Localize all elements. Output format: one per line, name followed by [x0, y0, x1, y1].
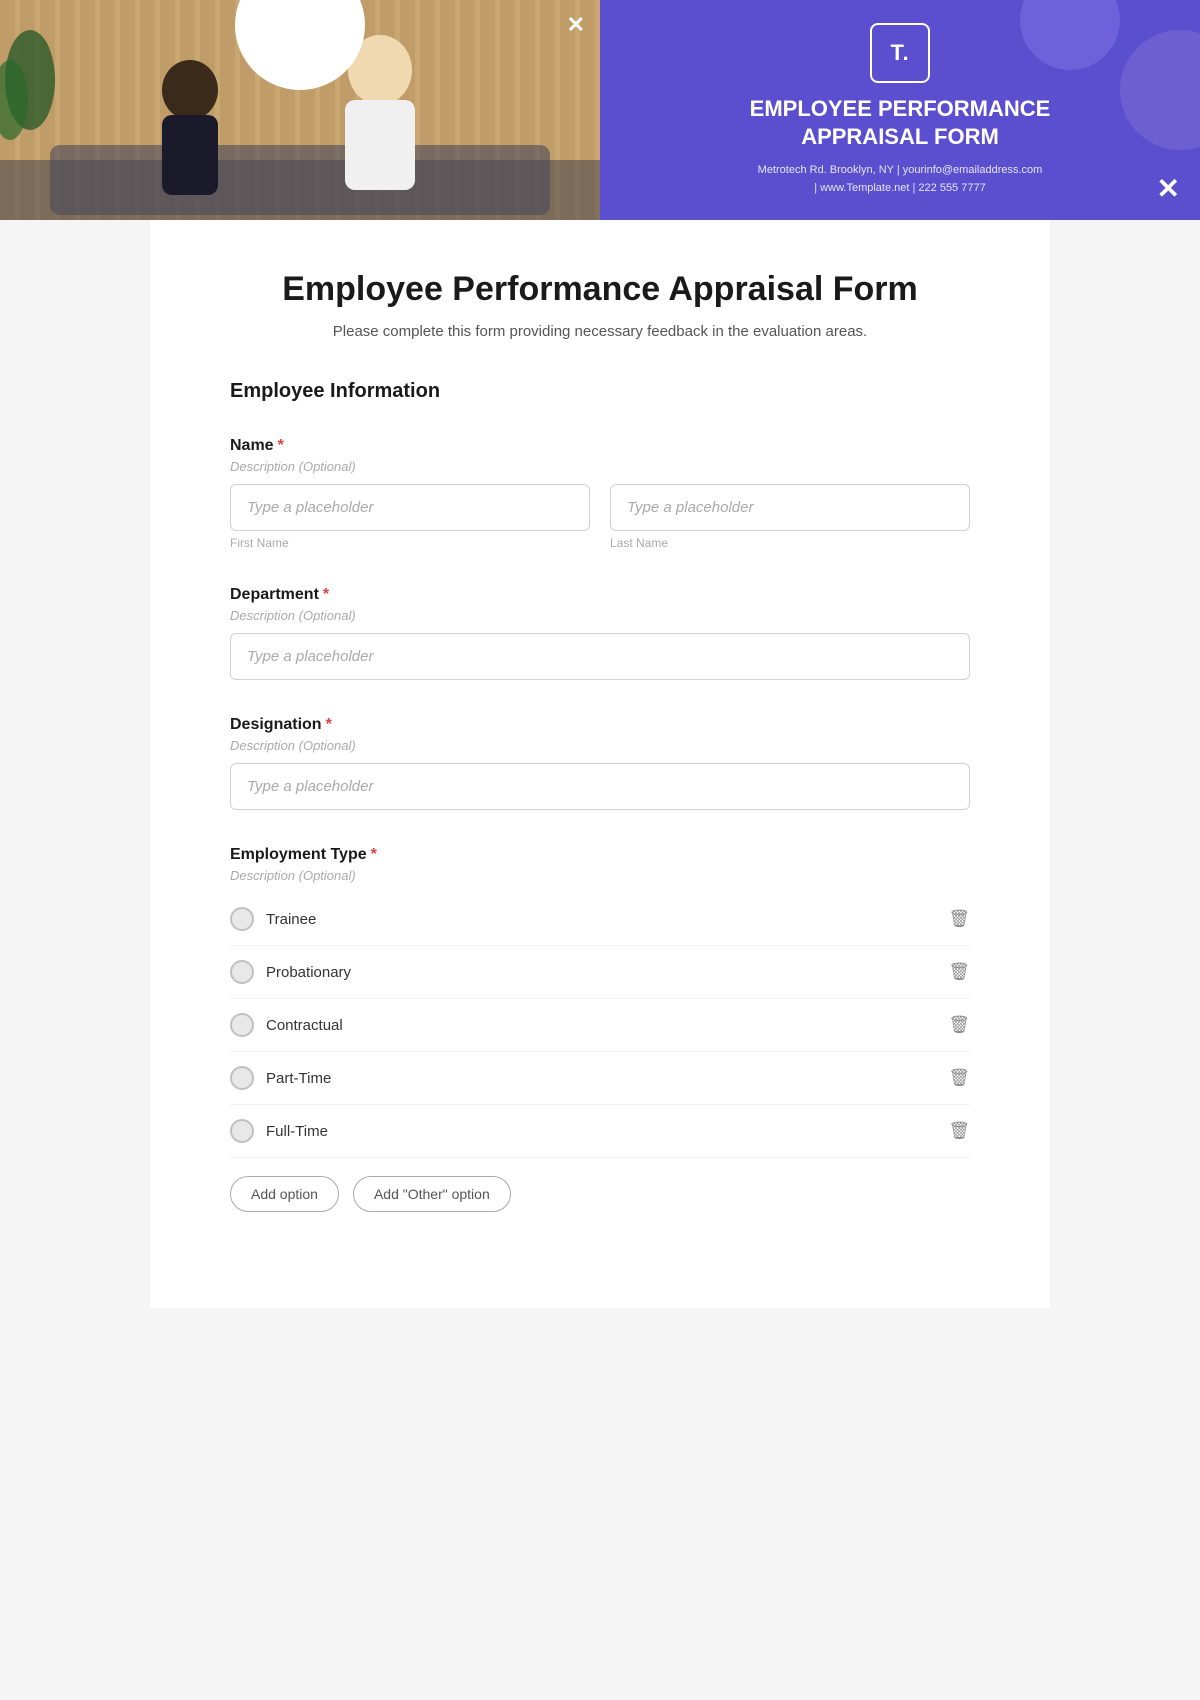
first-name-input[interactable] [230, 484, 590, 531]
header-banner: ✕ T. EMPLOYEE PERFORMANCE APPRAISAL FORM… [0, 0, 1200, 220]
radio-label-1: Probationary [266, 964, 351, 981]
radio-left-0[interactable]: Trainee [230, 907, 316, 931]
logo-text: T. [890, 40, 909, 66]
radio-circle-4[interactable] [230, 1119, 254, 1143]
decorative-circle-top [1020, 0, 1120, 70]
radio-option: Contractual 🗑 [230, 999, 970, 1052]
section-employee-info: Employee Information [230, 380, 970, 409]
form-title: Employee Performance Appraisal Form [230, 270, 970, 309]
delete-option-0[interactable]: 🗑 [948, 909, 970, 929]
field-department-description: Description (Optional) [230, 608, 970, 623]
required-star-desig: * [326, 716, 332, 734]
form-container: Employee Performance Appraisal Form Plea… [150, 220, 1050, 1308]
radio-left-2[interactable]: Contractual [230, 1013, 343, 1037]
employment-type-options: Trainee 🗑 Probationary 🗑 Contractual 🗑 P… [230, 893, 970, 1158]
add-option-buttons: Add option Add "Other" option [230, 1176, 970, 1212]
field-designation-label: Designation * [230, 716, 970, 734]
radio-left-1[interactable]: Probationary [230, 960, 351, 984]
radio-label-3: Part-Time [266, 1070, 331, 1087]
delete-option-2[interactable]: 🗑 [948, 1015, 970, 1035]
radio-option: Probationary 🗑 [230, 946, 970, 999]
field-employment-description: Description (Optional) [230, 868, 970, 883]
main-close-button[interactable]: ✕ [1157, 172, 1180, 205]
radio-option: Part-Time 🗑 [230, 1052, 970, 1105]
photo-close-button[interactable]: ✕ [567, 12, 585, 38]
header-title: EMPLOYEE PERFORMANCE APPRAISAL FORM [750, 95, 1051, 152]
delete-option-3[interactable]: 🗑 [948, 1068, 970, 1088]
logo-box: T. [870, 23, 930, 83]
field-designation: Designation * Description (Optional) [230, 716, 970, 810]
field-employment-type: Employment Type * Description (Optional)… [230, 846, 970, 1212]
last-name-wrapper: Last Name [610, 484, 970, 550]
radio-left-3[interactable]: Part-Time [230, 1066, 331, 1090]
header-photo: ✕ [0, 0, 600, 220]
header-info: T. EMPLOYEE PERFORMANCE APPRAISAL FORM M… [600, 0, 1200, 220]
header-contact: Metrotech Rd. Brooklyn, NY | yourinfo@em… [758, 162, 1043, 197]
radio-label-0: Trainee [266, 911, 316, 928]
delete-option-1[interactable]: 🗑 [948, 962, 970, 982]
radio-label-4: Full-Time [266, 1123, 328, 1140]
required-star-name: * [278, 437, 284, 455]
field-department-label: Department * [230, 586, 970, 604]
add-other-option-button[interactable]: Add "Other" option [353, 1176, 511, 1212]
required-star-emp: * [371, 846, 377, 864]
radio-circle-0[interactable] [230, 907, 254, 931]
last-name-input[interactable] [610, 484, 970, 531]
last-name-label: Last Name [610, 536, 970, 550]
field-name: Name * Description (Optional) First Name… [230, 437, 970, 550]
required-star-dept: * [323, 586, 329, 604]
name-input-row: First Name Last Name [230, 484, 970, 550]
radio-option: Full-Time 🗑 [230, 1105, 970, 1158]
radio-label-2: Contractual [266, 1017, 343, 1034]
form-subtitle: Please complete this form providing nece… [230, 323, 970, 340]
radio-circle-1[interactable] [230, 960, 254, 984]
department-input[interactable] [230, 633, 970, 680]
field-department: Department * Description (Optional) [230, 586, 970, 680]
first-name-label: First Name [230, 536, 590, 550]
field-designation-description: Description (Optional) [230, 738, 970, 753]
field-name-description: Description (Optional) [230, 459, 970, 474]
decorative-circle-right [1120, 30, 1200, 150]
field-name-label: Name * [230, 437, 970, 455]
first-name-wrapper: First Name [230, 484, 590, 550]
add-option-button[interactable]: Add option [230, 1176, 339, 1212]
delete-option-4[interactable]: 🗑 [948, 1121, 970, 1141]
radio-circle-2[interactable] [230, 1013, 254, 1037]
radio-circle-3[interactable] [230, 1066, 254, 1090]
field-employment-label: Employment Type * [230, 846, 970, 864]
designation-input[interactable] [230, 763, 970, 810]
radio-option: Trainee 🗑 [230, 893, 970, 946]
radio-left-4[interactable]: Full-Time [230, 1119, 328, 1143]
